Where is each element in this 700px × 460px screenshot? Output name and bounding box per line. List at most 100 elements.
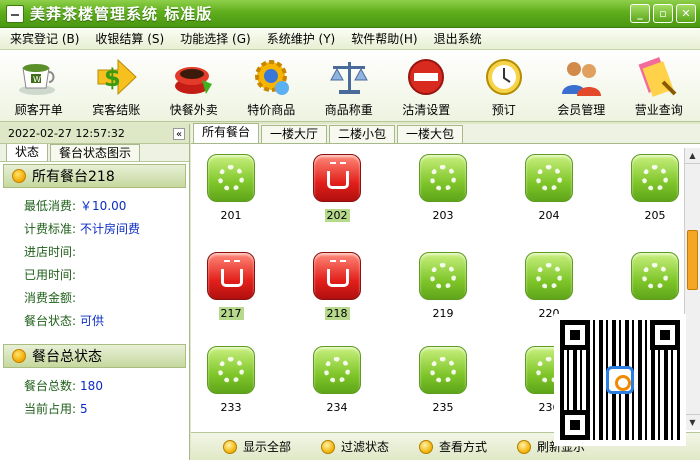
qr-finder-top-right bbox=[650, 320, 680, 350]
open-order-label: 顾客开单 bbox=[14, 103, 63, 117]
show-all-button[interactable]: 显示全部 bbox=[223, 438, 291, 455]
menu-help[interactable]: 软件帮助(H) bbox=[341, 30, 423, 47]
open-order-button[interactable]: W 顾客开单 bbox=[0, 50, 78, 122]
free-table-icon bbox=[313, 346, 361, 394]
table-tile[interactable]: 203 bbox=[413, 154, 473, 244]
overall-status-title: 餐台总状态 bbox=[32, 349, 102, 365]
table-tile[interactable]: 233 bbox=[201, 346, 261, 430]
charge-standard-row: 计费标准: 不计房间费 bbox=[0, 217, 189, 240]
table-number: 205 bbox=[644, 209, 666, 222]
business-query-button[interactable]: 营业查询 bbox=[620, 50, 698, 122]
scroll-up-icon[interactable]: ▲ bbox=[685, 148, 700, 164]
amount-label: 消费金额: bbox=[24, 291, 77, 305]
qr-finder-top-left bbox=[560, 320, 590, 350]
tab-table-legend[interactable]: 餐台状态图示 bbox=[50, 144, 141, 161]
free-table-icon bbox=[419, 346, 467, 394]
svg-text:W: W bbox=[33, 75, 41, 84]
free-table-icon bbox=[207, 346, 255, 394]
close-button[interactable]: ✕ bbox=[676, 4, 696, 23]
table-tile[interactable]: 217 bbox=[201, 252, 261, 342]
show-all-icon bbox=[223, 439, 237, 454]
member-management-button[interactable]: 会员管理 bbox=[543, 50, 621, 122]
menu-checkout[interactable]: 收银结算 (S) bbox=[85, 30, 170, 47]
min-spend-row: 最低消费: ￥10.00 bbox=[0, 194, 189, 217]
menu-guest-registration[interactable]: 来宾登记 (B) bbox=[0, 30, 85, 47]
table-tile[interactable]: 234 bbox=[307, 346, 367, 430]
checkout-button[interactable]: $ 宾客结账 bbox=[78, 50, 156, 122]
table-number: 233 bbox=[220, 401, 242, 414]
occupied-table-icon bbox=[313, 252, 361, 300]
left-tabs: 状态 餐台状态图示 bbox=[0, 143, 189, 162]
all-tables-header[interactable]: 所有餐台218 bbox=[3, 164, 186, 188]
table-tile[interactable]: 219 bbox=[413, 252, 473, 342]
window-title: 美莽茶楼管理系统 标准版 bbox=[30, 5, 213, 23]
title-bar: 美莽茶楼管理系统 标准版 _ ▫ ✕ bbox=[0, 0, 700, 28]
table-tile[interactable]: 235 bbox=[413, 346, 473, 430]
filter-status-button[interactable]: 过滤状态 bbox=[321, 438, 389, 455]
table-number: 217 bbox=[218, 307, 244, 320]
minimize-button[interactable]: _ bbox=[630, 4, 650, 23]
enter-time-row: 进店时间: bbox=[0, 240, 189, 263]
tab-first-floor-large-room[interactable]: 一楼大包 bbox=[397, 125, 464, 143]
app-icon[interactable] bbox=[6, 4, 24, 23]
tab-first-floor-hall[interactable]: 一楼大厅 bbox=[261, 125, 328, 143]
table-number: 203 bbox=[432, 209, 454, 222]
free-table-icon bbox=[207, 154, 255, 202]
table-tile[interactable]: 204 bbox=[519, 154, 579, 244]
overall-status-header[interactable]: 餐台总状态 bbox=[3, 344, 186, 368]
clock-bar: 2022-02-27 12:57:32 « bbox=[0, 124, 189, 144]
table-state-value: 可供 bbox=[80, 314, 105, 328]
orange-ball-icon bbox=[12, 349, 26, 363]
menu-functions[interactable]: 功能选择 (G) bbox=[170, 30, 256, 47]
table-tile[interactable]: 201 bbox=[201, 154, 261, 244]
sold-out-settings-label: 沽清设置 bbox=[402, 103, 451, 117]
table-number: 235 bbox=[432, 401, 454, 414]
sold-out-settings-button[interactable]: 沽清设置 bbox=[388, 50, 466, 122]
reservation-label: 预订 bbox=[491, 103, 516, 117]
table-info-list: 最低消费: ￥10.00 计费标准: 不计房间费 进店时间: 已用时间: 消费金额:… bbox=[0, 194, 189, 332]
menu-system-maintenance[interactable]: 系统维护 (Y) bbox=[257, 30, 342, 47]
free-table-icon bbox=[419, 154, 467, 202]
table-number: 218 bbox=[324, 307, 350, 320]
occupied-row: 当前占用: 5 bbox=[0, 397, 189, 420]
free-table-icon bbox=[631, 154, 679, 202]
table-tile[interactable]: 202 bbox=[307, 154, 367, 244]
member-management-label: 会员管理 bbox=[557, 103, 606, 117]
qr-code bbox=[560, 320, 680, 440]
refresh-icon bbox=[517, 439, 532, 454]
qr-code-overlay bbox=[554, 314, 686, 446]
view-mode-button[interactable]: 查看方式 bbox=[419, 438, 487, 455]
scroll-down-icon[interactable]: ▼ bbox=[685, 414, 700, 430]
occupied-label: 当前占用: bbox=[24, 402, 77, 416]
reservation-button[interactable]: 预订 bbox=[465, 50, 543, 122]
tab-all-tables[interactable]: 所有餐台 bbox=[193, 123, 260, 143]
total-tables-label: 餐台总数: bbox=[24, 379, 77, 393]
weighing-button[interactable]: 商品称重 bbox=[310, 50, 388, 122]
table-state-row: 餐台状态: 可供 bbox=[0, 309, 189, 332]
vertical-scrollbar[interactable]: ▲ ▼ bbox=[684, 148, 700, 430]
charge-standard-label: 计费标准: bbox=[24, 222, 77, 236]
table-tile[interactable]: 218 bbox=[307, 252, 367, 342]
weighing-label: 商品称重 bbox=[324, 103, 373, 117]
takeout-button[interactable]: 快餐外卖 bbox=[155, 50, 233, 122]
area-tabs: 所有餐台 一楼大厅 二楼小包 一楼大包 bbox=[191, 123, 700, 144]
menu-exit[interactable]: 退出系统 bbox=[424, 30, 488, 47]
maximize-button[interactable]: ▫ bbox=[653, 4, 673, 23]
business-query-label: 营业查询 bbox=[634, 103, 683, 117]
table-tile[interactable]: 205 bbox=[625, 154, 683, 244]
checkout-label: 宾客结账 bbox=[92, 103, 141, 117]
tab-status[interactable]: 状态 bbox=[6, 143, 49, 161]
takeout-label: 快餐外卖 bbox=[169, 103, 218, 117]
free-table-icon bbox=[631, 252, 679, 300]
occupied-value: 5 bbox=[80, 401, 88, 416]
view-mode-label: 查看方式 bbox=[439, 440, 488, 454]
special-goods-label: 特价商品 bbox=[247, 103, 296, 117]
free-table-icon bbox=[525, 154, 573, 202]
scroll-thumb[interactable] bbox=[687, 230, 698, 290]
special-goods-button[interactable]: 特价商品 bbox=[233, 50, 311, 122]
tab-second-floor-small-room[interactable]: 二楼小包 bbox=[329, 125, 396, 143]
toolbar: W 顾客开单 $ 宾客结账 快餐外卖 特价商品 商品称重 沽清设置 预订 会员管… bbox=[0, 50, 700, 122]
qr-finder-bottom-left bbox=[560, 410, 590, 440]
clock-icon bbox=[485, 59, 522, 95]
collapse-panel-button[interactable]: « bbox=[173, 128, 185, 140]
